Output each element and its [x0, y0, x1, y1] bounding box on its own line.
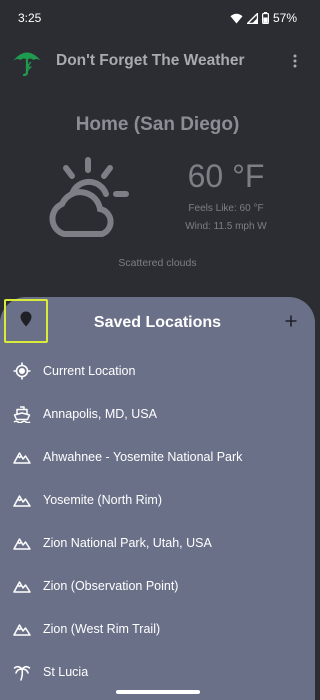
- wind-info: Wind: 11.5 mph W: [185, 221, 267, 232]
- umbrella-bolt-icon: [10, 44, 44, 78]
- status-icons: 57%: [230, 11, 297, 25]
- palm-tree-icon: [12, 662, 32, 682]
- gesture-navigation-bar[interactable]: [116, 690, 200, 694]
- temperature: 60 °F: [187, 158, 265, 194]
- mountain-icon: [12, 490, 32, 510]
- location-label: Annapolis, MD, USA: [43, 406, 157, 421]
- location-item[interactable]: Zion (Observation Point): [0, 564, 315, 607]
- location-label: Zion National Park, Utah, USA: [43, 535, 212, 550]
- location-label: Zion (West Rim Trail): [43, 621, 161, 636]
- location-label: Yosemite (North Rim): [43, 492, 163, 507]
- more-vert-icon[interactable]: [285, 46, 305, 76]
- app-title: Don't Forget The Weather: [56, 52, 245, 69]
- location-label: Current Location: [43, 363, 136, 378]
- location-item[interactable]: Zion National Park, Utah, USA: [0, 521, 315, 564]
- location-label: St Lucia: [43, 664, 89, 679]
- signal-icon: [246, 12, 258, 24]
- weather-condition: Scattered clouds: [118, 257, 197, 269]
- location-item[interactable]: Yosemite (North Rim): [0, 478, 315, 521]
- location-item[interactable]: Current Location: [0, 349, 315, 392]
- location-item[interactable]: Annapolis, MD, USA: [0, 392, 315, 435]
- status-bar: 3:25 57%: [0, 0, 315, 36]
- mountain-icon: [12, 533, 32, 553]
- my-location-icon: [12, 361, 32, 381]
- sheet-header: Saved Locations: [0, 297, 315, 349]
- wifi-icon: [230, 13, 243, 24]
- boat-icon: [12, 404, 32, 424]
- status-time: 3:25: [18, 11, 42, 25]
- partly-cloudy-icon: [42, 154, 134, 249]
- current-weather: Home (San Diego) 60 °F Feels Like: 60 °F…: [0, 86, 315, 306]
- location-label: Zion (Observation Point): [43, 578, 179, 593]
- app-bar: Don't Forget The Weather: [0, 36, 315, 86]
- location-item[interactable]: Zion (West Rim Trail): [0, 607, 315, 650]
- battery-percent: 57%: [272, 11, 297, 25]
- feels-like: Feels Like: 60 °F: [188, 203, 264, 214]
- location-item[interactable]: St Lucia: [0, 650, 315, 693]
- location-label: Ahwahnee - Yosemite National Park: [43, 449, 243, 464]
- location-item[interactable]: Ahwahnee - Yosemite National Park: [0, 435, 315, 478]
- location-list: Current Location Annapolis, MD, USA Ahwa…: [0, 349, 315, 693]
- location-title: Home (San Diego): [75, 114, 240, 135]
- plus-icon: [285, 314, 297, 332]
- battery-icon: [261, 12, 269, 24]
- saved-locations-sheet: Saved Locations Current Location Annapol…: [0, 297, 315, 700]
- mountain-icon: [12, 576, 32, 596]
- add-location-button[interactable]: [279, 311, 303, 335]
- sheet-title: Saved Locations: [93, 314, 222, 331]
- mountain-icon: [12, 619, 32, 639]
- mountain-icon: [12, 447, 32, 467]
